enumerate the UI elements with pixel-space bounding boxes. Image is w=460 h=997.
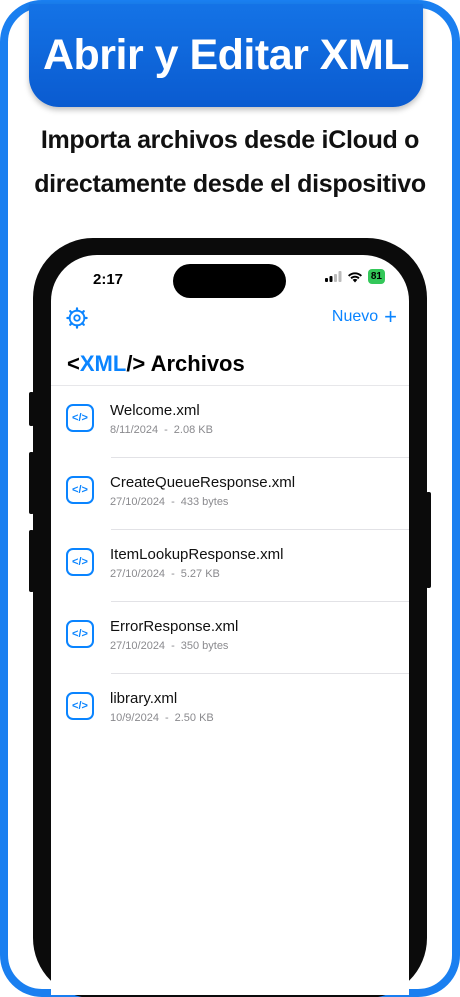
settings-gear-icon[interactable] (66, 307, 88, 329)
power-button (426, 492, 431, 588)
file-date: 10/9/2024 (110, 712, 159, 724)
battery-indicator: 81 (367, 269, 385, 284)
xml-file-icon: </> (66, 692, 94, 720)
file-size: 5.27 KB (180, 568, 220, 580)
file-name: ErrorResponse.xml (110, 618, 239, 635)
promo-headline: Abrir y Editar XML (29, 4, 423, 107)
file-date: 8/11/2024 (110, 424, 159, 436)
promo-subtitle-line1: Importa archivos desde iCloud o (40, 126, 420, 154)
title-xml: XML (79, 351, 127, 376)
file-name: CreateQueueResponse.xml (110, 474, 296, 491)
file-row[interactable]: </> CreateQueueResponse.xml 27/10/2024-433… (51, 458, 409, 530)
file-name: ItemLookupResponse.xml (110, 546, 284, 563)
file-row[interactable]: </> ErrorResponse.xml 27/10/2024-350 bytes (51, 602, 409, 674)
file-meta: 27/10/2024-5.27 KB (110, 568, 220, 580)
meta-separator: - (171, 496, 175, 508)
file-date: 27/10/2024 (110, 496, 166, 508)
status-time: 2:17 (93, 271, 124, 288)
meta-separator: - (171, 640, 175, 652)
promo-subtitle-line2: directamente desde el dispositivo (34, 170, 426, 198)
file-name: Welcome.xml (110, 402, 200, 419)
file-meta: 10/9/2024-2.50 KB (110, 712, 214, 724)
new-file-button[interactable]: Nuevo + (331, 304, 397, 329)
wifi-icon (347, 271, 362, 282)
meta-separator: - (164, 424, 168, 436)
file-date: 27/10/2024 (110, 568, 166, 580)
file-size: 433 bytes (180, 496, 229, 508)
file-name: library.xml (110, 690, 178, 707)
file-meta: 8/11/2024-2.08 KB (110, 424, 213, 436)
xml-file-icon: </> (66, 476, 94, 504)
action-button (29, 392, 34, 426)
new-file-label: Nuevo (331, 308, 379, 325)
phone-screen: 2:17 81 Nuevo + <XML/> Archivos </> Welc… (51, 255, 409, 995)
xml-file-icon: </> (66, 548, 94, 576)
page-title: <XML/> Archivos (67, 351, 245, 377)
file-size: 2.50 KB (174, 712, 214, 724)
title-close-bracket: /> (126, 351, 146, 376)
plus-icon: + (384, 304, 397, 329)
xml-file-icon: </> (66, 620, 94, 648)
xml-file-icon: </> (66, 404, 94, 432)
dynamic-island (173, 264, 286, 298)
file-list: </> Welcome.xml 8/11/2024-2.08 KB </> Create… (51, 385, 409, 746)
meta-separator: - (171, 568, 175, 580)
status-indicators: 81 (324, 269, 385, 284)
file-date: 27/10/2024 (110, 640, 166, 652)
volume-up-button (29, 452, 34, 514)
title-text: Archivos (150, 351, 245, 376)
file-size: 2.08 KB (173, 424, 213, 436)
title-open-bracket: < (67, 351, 80, 376)
cellular-signal-icon (324, 271, 342, 282)
file-row[interactable]: </> Welcome.xml 8/11/2024-2.08 KB (51, 386, 409, 458)
file-row[interactable]: </> library.xml 10/9/2024-2.50 KB (51, 674, 409, 746)
file-size: 350 bytes (180, 640, 229, 652)
file-meta: 27/10/2024-433 bytes (110, 496, 228, 508)
meta-separator: - (164, 712, 169, 724)
file-row[interactable]: </> ItemLookupResponse.xml 27/10/2024-5.27… (51, 530, 409, 602)
file-meta: 27/10/2024-350 bytes (110, 640, 228, 652)
volume-down-button (29, 530, 34, 592)
